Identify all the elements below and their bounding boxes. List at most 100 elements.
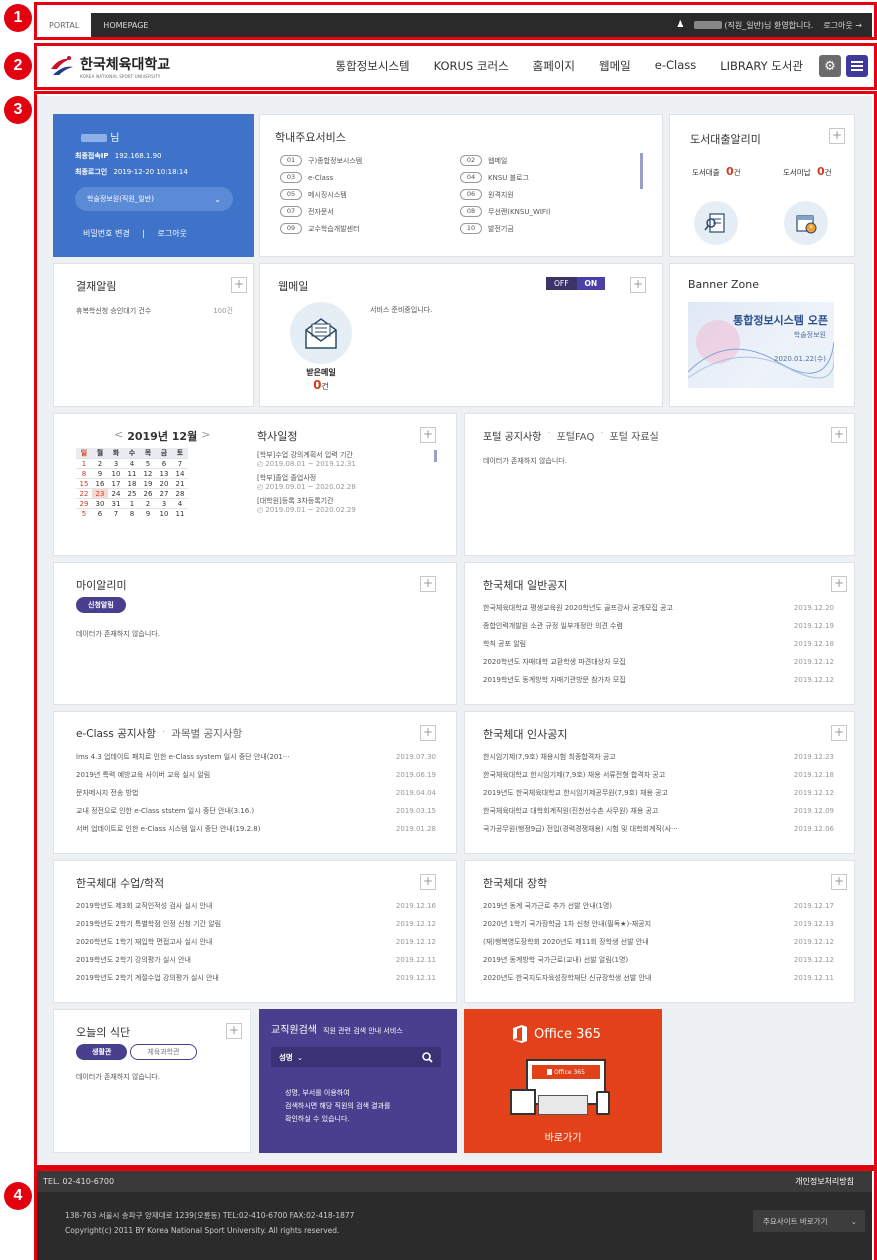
calendar-day[interactable]: 28 xyxy=(172,489,188,499)
nav-item-eclass[interactable]: e-Class xyxy=(655,58,696,74)
notice-row[interactable]: lms 4.3 업데이트 패치로 인한 e-Class system 일시 중단… xyxy=(76,748,436,766)
calendar-day[interactable]: 8 xyxy=(124,509,140,519)
academic-more-button[interactable]: + xyxy=(420,874,436,890)
search-icon[interactable] xyxy=(422,1051,433,1063)
tab-portal-notice[interactable]: 포털 공지사항 xyxy=(483,428,541,443)
calendar-day[interactable]: 20 xyxy=(156,479,172,489)
tab-portal-archive[interactable]: 포털 자료실 xyxy=(610,428,659,443)
webmail-more-button[interactable]: + xyxy=(630,277,646,293)
calendar-day[interactable]: 8 xyxy=(76,469,92,479)
logout-link[interactable]: 로그아웃 → xyxy=(823,20,862,31)
nav-item-homepage[interactable]: 홈페이지 xyxy=(533,58,575,74)
notice-row[interactable]: 2020학년도 자매대학 교환학생 파견대상자 모집 2019.12.12 xyxy=(483,653,834,671)
notice-row[interactable]: 2019년 동계방학 국가근로(교내) 선발 알림(1명) 2019.12.12 xyxy=(483,951,834,969)
notice-row[interactable]: 2020년도 한국지도자육성장학재단 신규장학생 선발 안내 2019.12.11 xyxy=(483,969,834,987)
calendar-day[interactable]: 30 xyxy=(92,499,108,509)
calendar-day[interactable]: 6 xyxy=(92,509,108,519)
calendar-day[interactable]: 11 xyxy=(124,469,140,479)
service-item[interactable]: 03 e-Class xyxy=(280,170,460,185)
calendar-day[interactable]: 27 xyxy=(156,489,172,499)
notice-row[interactable]: 2019학년도 2학기 계절수업 강의평가 실시 안내 2019.12.11 xyxy=(76,969,436,987)
approval-more-button[interactable]: + xyxy=(231,277,247,293)
calendar-day[interactable]: 11 xyxy=(172,509,188,519)
notice-row[interactable]: 2019년 동계 국가근로 추가 선발 안내(1명) 2019.12.17 xyxy=(483,897,834,915)
calendar-day[interactable]: 2 xyxy=(140,499,156,509)
general-notice-more-button[interactable]: + xyxy=(831,576,847,592)
service-item[interactable]: 07 전자문서 xyxy=(280,204,460,219)
banner-slide[interactable]: 통합정보시스템 오픈 학술정보원 2020.01.22(수) xyxy=(688,302,834,388)
schedule-item[interactable]: [학부]수업 강의계획서 입력 기간 ◴ 2019.08.01 ~ 2019.12… xyxy=(257,450,422,468)
search-field-select[interactable]: 성명 xyxy=(279,1052,293,1063)
notice-row[interactable]: 2020년 1학기 국가장학금 1차 신청 안내(필독★)-재공지 2019.12… xyxy=(483,915,834,933)
calendar-day[interactable]: 25 xyxy=(124,489,140,499)
office-go-link[interactable]: 바로가기 xyxy=(464,1129,662,1144)
privacy-policy-link[interactable]: 개인정보처리방침 xyxy=(795,1176,854,1187)
calendar-day[interactable]: 9 xyxy=(140,509,156,519)
notice-row[interactable]: 문자메시지 전송 방법 2019.04.04 xyxy=(76,784,436,802)
notice-row[interactable]: 한국체육대학교 한시임기제(7,9호) 채용 서류전형 합격자 공고 2019.1… xyxy=(483,766,834,784)
calendar-day[interactable]: 29 xyxy=(76,499,92,509)
calendar-day[interactable]: 23 xyxy=(92,488,108,499)
calendar-day[interactable]: 15 xyxy=(76,479,92,489)
nav-item-webmail[interactable]: 웹메일 xyxy=(599,58,631,74)
service-item[interactable]: 05 메시징시스템 xyxy=(280,187,460,202)
notice-row[interactable]: 2019학년도 제3회 교직인적성 검사 실시 안내 2019.12.16 xyxy=(76,897,436,915)
tab-portal-faq[interactable]: 포털FAQ xyxy=(557,428,595,443)
calendar-day[interactable]: 21 xyxy=(172,479,188,489)
calendar-day[interactable]: 7 xyxy=(108,509,124,519)
tab-homepage[interactable]: HOMEPAGE xyxy=(91,13,160,37)
nav-item-library[interactable]: LIBRARY 도서관 xyxy=(720,58,803,74)
toggle-on[interactable]: ON xyxy=(576,277,606,290)
calendar-day[interactable]: 10 xyxy=(108,469,124,479)
calendar-day[interactable]: 17 xyxy=(108,479,124,489)
calendar-day[interactable]: 5 xyxy=(76,509,92,519)
library-more-button[interactable]: + xyxy=(829,128,845,144)
calendar-day[interactable]: 3 xyxy=(108,459,124,469)
service-item[interactable]: 10 발전기금 xyxy=(460,221,640,236)
hr-more-button[interactable]: + xyxy=(831,725,847,741)
prev-month-button[interactable]: < xyxy=(114,428,123,444)
menu-button[interactable] xyxy=(846,55,868,77)
calendar-day[interactable]: 6 xyxy=(156,459,172,469)
calendar-day[interactable]: 16 xyxy=(92,479,108,489)
book-overdue-icon[interactable] xyxy=(784,201,828,245)
role-select[interactable]: 학술정보원(직원_일반) ⌄ xyxy=(75,187,233,211)
university-logo[interactable]: 한국체육대학교 KOREA NATIONAL SPORT UNIVERSITY xyxy=(49,54,170,79)
my-alarm-more-button[interactable]: + xyxy=(420,576,436,592)
office365-card[interactable]: Office 365 Office 365 바로가기 xyxy=(464,1009,662,1153)
calendar-day[interactable]: 13 xyxy=(156,469,172,479)
notice-row[interactable]: 학칙 공포 알림 2019.12.18 xyxy=(483,635,834,653)
service-item[interactable]: 09 교수학습개발센터 xyxy=(280,221,460,236)
schedule-scrollbar[interactable] xyxy=(434,450,437,462)
notice-row[interactable]: 교내 정전으로 인한 e-Class ststem 일시 중단 안내(3.16.… xyxy=(76,802,436,820)
calendar-day[interactable]: 14 xyxy=(172,469,188,479)
webmail-toggle[interactable]: OFF ON xyxy=(546,277,606,290)
schedule-item[interactable]: [대학원]등록 3차등록기간 ◴ 2019.09.01 ~ 2020.02.29 xyxy=(257,496,422,514)
meal-tab-sports-science[interactable]: 체육과학관 xyxy=(130,1044,197,1060)
portal-more-button[interactable]: + xyxy=(831,427,847,443)
notice-row[interactable]: (재)행복영도장학회 2020년도 제11회 장학생 선발 안내 2019.12.… xyxy=(483,933,834,951)
calendar-day[interactable]: 7 xyxy=(172,459,188,469)
approval-item[interactable]: 휴복학신청 승인대기 건수 xyxy=(76,306,151,316)
calendar-day[interactable]: 3 xyxy=(156,499,172,509)
toggle-off[interactable]: OFF xyxy=(546,277,577,290)
next-month-button[interactable]: > xyxy=(201,428,210,444)
notice-row[interactable]: 서버 업데이트로 인한 e-Class 시스템 일시 중단 안내(19.2.8)… xyxy=(76,820,436,838)
tab-course-notice[interactable]: 과목별 공지사항 xyxy=(171,726,242,741)
service-item[interactable]: 01 구)종합정보시스템 xyxy=(280,153,460,168)
meal-more-button[interactable]: + xyxy=(226,1023,242,1039)
notice-row[interactable]: 한국체육대학교 평생교육원 2020학년도 골프강사 공개모집 공고 2019.1… xyxy=(483,599,834,617)
services-scrollbar[interactable] xyxy=(640,153,643,189)
notice-row[interactable]: 2019학년도 동계방학 자매기관방문 참가자 모집 2019.12.12 xyxy=(483,671,834,689)
service-item[interactable]: 06 원격지원 xyxy=(460,187,640,202)
calendar-day[interactable]: 31 xyxy=(108,499,124,509)
nav-item-integrated[interactable]: 통합정보시스템 xyxy=(336,58,410,74)
scholarship-more-button[interactable]: + xyxy=(831,874,847,890)
meal-tab-dorm[interactable]: 생활관 xyxy=(76,1044,128,1060)
calendar-day[interactable]: 4 xyxy=(124,459,140,469)
calendar-day[interactable]: 4 xyxy=(172,499,188,509)
profile-logout-link[interactable]: 로그아웃 xyxy=(158,229,187,238)
calendar-day[interactable]: 24 xyxy=(108,489,124,499)
notice-row[interactable]: 한시임기제(7,9호) 채용시험 최종합격자 공고 2019.12.23 xyxy=(483,748,834,766)
tab-portal[interactable]: PORTAL xyxy=(37,13,92,37)
